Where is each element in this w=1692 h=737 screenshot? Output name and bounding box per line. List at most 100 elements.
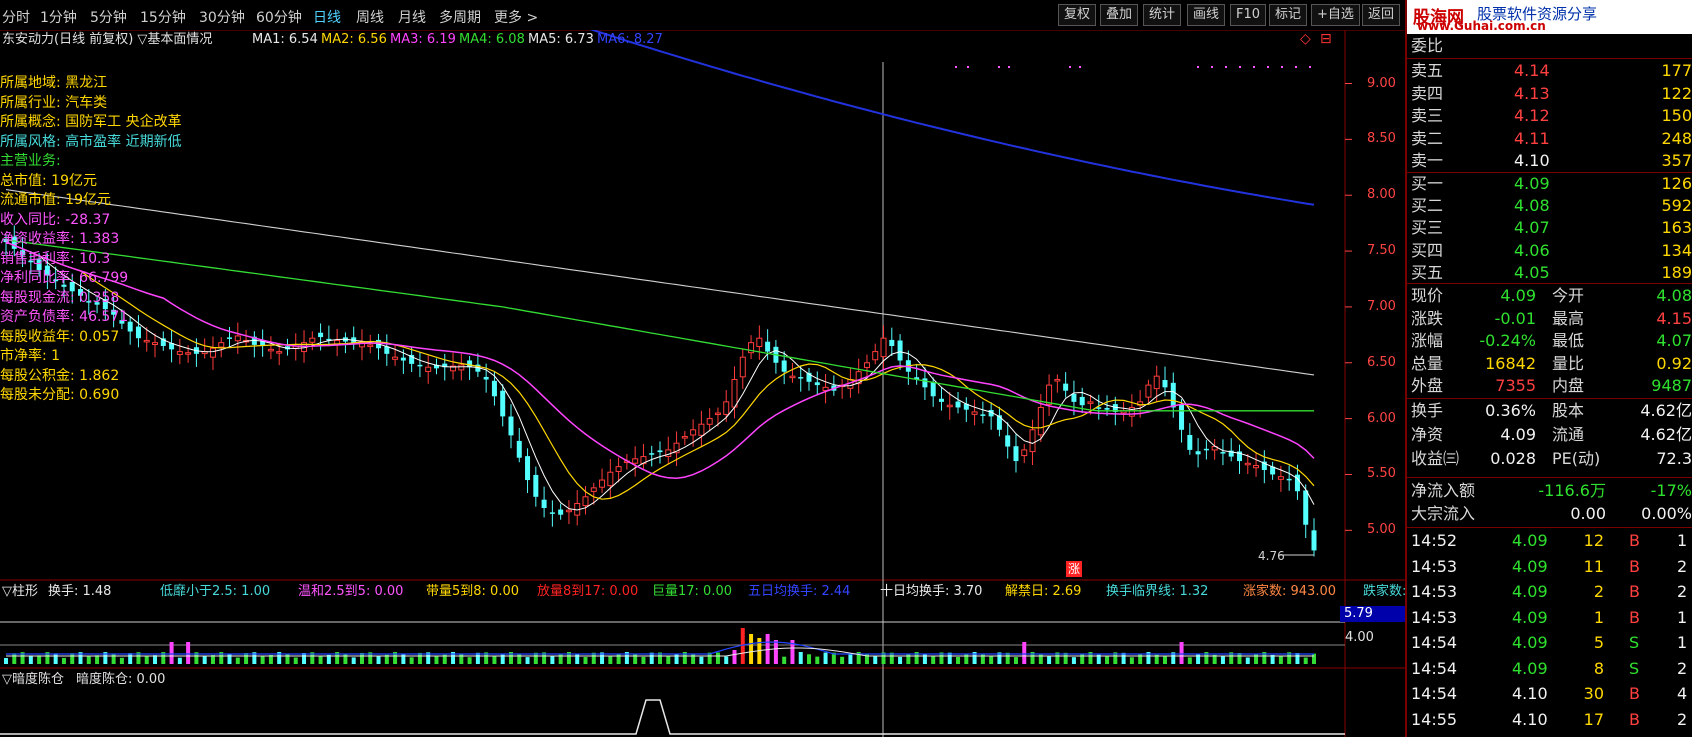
signal-dot	[1253, 66, 1255, 68]
bid-price[interactable]: 4.05	[1514, 263, 1550, 283]
candle-body	[1303, 490, 1309, 525]
ask-price[interactable]: 4.12	[1514, 106, 1550, 126]
candle-body	[1187, 434, 1193, 450]
ask-price[interactable]: 4.14	[1514, 61, 1550, 81]
kline-chart[interactable]	[0, 0, 1405, 737]
ma-label-6: MA6: 8.27	[597, 32, 663, 47]
price-axis-tick: 7.00	[1367, 298, 1396, 314]
quote-value: 4.07	[1656, 331, 1692, 350]
collapse-icon[interactable]: ⊟	[1320, 31, 1332, 47]
ask-price[interactable]: 4.13	[1514, 84, 1550, 104]
chart-title: 东安动力(日线 前复权) ▽基本面情况	[2, 32, 213, 47]
candle-body	[458, 364, 465, 371]
back-button[interactable]: 返回	[1362, 4, 1401, 26]
ask-label: 卖二	[1411, 128, 1444, 148]
last-price-tag: 4.76	[1258, 549, 1285, 563]
turnover-bar	[244, 653, 249, 664]
turnover-bar	[807, 654, 812, 664]
candle-body	[789, 375, 796, 379]
overlay-button[interactable]: 叠加	[1100, 4, 1139, 26]
tick-side: B	[1629, 531, 1640, 550]
ask-price[interactable]: 4.11	[1514, 129, 1550, 149]
candle-body	[185, 352, 192, 355]
mark-button[interactable]: 标记	[1269, 4, 1308, 26]
turnover-bar	[1278, 655, 1283, 664]
period-30min[interactable]: 30分钟	[199, 7, 245, 27]
bid-label: 买一	[1411, 174, 1444, 193]
bid-price[interactable]: 4.08	[1514, 196, 1550, 216]
period-monthly[interactable]: 月线	[398, 7, 426, 27]
turnover-bar	[70, 653, 75, 664]
ask-volume: 150	[1661, 106, 1692, 125]
bid-price[interactable]: 4.07	[1514, 218, 1550, 238]
adjust-button[interactable]: 复权	[1058, 4, 1097, 26]
bid-price[interactable]: 4.06	[1514, 241, 1550, 261]
quote-label: 流通	[1552, 425, 1585, 444]
turnover-bar	[931, 656, 936, 664]
candle-body	[889, 339, 895, 347]
quote-value: 9487	[1651, 376, 1692, 395]
candle-body	[1195, 451, 1201, 455]
signal-dot	[1239, 66, 1241, 68]
fundamental-row: 净资收益率: 1.383	[0, 231, 120, 247]
period-60min[interactable]: 60分钟	[256, 7, 302, 27]
ask-volume: 357	[1661, 151, 1692, 170]
period-multi[interactable]: 多周期	[439, 7, 481, 27]
tick-volume: 2	[1593, 582, 1604, 601]
f10-button[interactable]: F10	[1230, 4, 1267, 26]
turnover-bar	[989, 656, 994, 664]
candle-body	[565, 509, 572, 513]
period-15min[interactable]: 15分钟	[140, 7, 186, 27]
period-1min[interactable]: 1分钟	[40, 7, 77, 27]
signal-dot	[1309, 66, 1311, 68]
signal-dot	[1225, 66, 1227, 68]
price-axis-tick: 5.50	[1367, 466, 1396, 482]
candle-body	[739, 356, 746, 378]
candle-body	[872, 351, 879, 361]
draw-line-button[interactable]: 画线	[1187, 4, 1226, 26]
tick-volume: 8	[1593, 658, 1604, 678]
turnover-item: 带量5到8: 0.00	[426, 584, 519, 599]
candle-body	[582, 496, 589, 507]
quote-value: 4.09	[1500, 286, 1536, 305]
bid-volume: 126	[1661, 174, 1692, 193]
stats-button[interactable]: 统计	[1143, 4, 1182, 26]
candle-body	[549, 512, 555, 514]
price-axis-tick: 5.00	[1367, 522, 1396, 538]
candle-body	[218, 342, 225, 348]
signal-dot	[1295, 66, 1297, 68]
candle-body	[971, 411, 978, 415]
turnover-bar	[575, 653, 580, 664]
add-favorite-button[interactable]: +自选	[1311, 4, 1360, 26]
period-intraday[interactable]: 分时	[2, 7, 30, 27]
tick-volume: 30	[1583, 684, 1604, 703]
period-more[interactable]: 更多 >	[494, 7, 538, 27]
period-daily[interactable]: 日线	[313, 7, 341, 27]
candle-body	[152, 342, 159, 345]
turnover-bar	[359, 652, 364, 664]
tick-time: 14:54	[1411, 658, 1458, 678]
period-5min[interactable]: 5分钟	[90, 7, 127, 27]
bid-volume: 592	[1661, 196, 1692, 216]
candle-body	[425, 366, 432, 372]
tick-count: 1	[1677, 633, 1688, 652]
diamond-icon[interactable]: ◇	[1300, 31, 1311, 47]
ask-price[interactable]: 4.10	[1514, 151, 1550, 171]
quote-value: 4.08	[1656, 286, 1692, 305]
turnover-bar	[119, 657, 124, 664]
candle-body	[1029, 429, 1036, 453]
quote-label: 换手	[1411, 401, 1444, 420]
turnover-bar	[840, 656, 845, 664]
turnover-bar	[773, 640, 778, 664]
ask-volume: 177	[1661, 61, 1692, 80]
candle-body	[599, 479, 606, 488]
candle-body	[1162, 380, 1168, 388]
bid-price[interactable]: 4.09	[1514, 174, 1550, 194]
candle-body	[127, 321, 133, 332]
candle-body	[1054, 379, 1061, 382]
candle-body	[135, 326, 141, 339]
turnover-bar	[434, 656, 439, 664]
period-weekly[interactable]: 周线	[356, 7, 384, 27]
turnover-item: ▽柱形	[2, 584, 38, 599]
tick-price: 4.10	[1512, 684, 1548, 703]
